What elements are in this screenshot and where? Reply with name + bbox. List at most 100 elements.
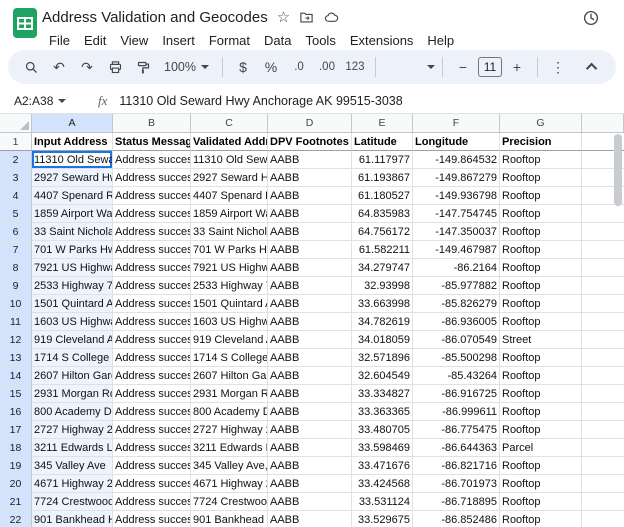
cell-E8[interactable]: 34.279747 <box>352 259 413 277</box>
cell-B10[interactable]: Address success <box>113 295 191 313</box>
cell-E5[interactable]: 64.835983 <box>352 205 413 223</box>
cell-G6[interactable]: Rooftop <box>500 223 582 241</box>
cell-F20[interactable]: -86.701973 <box>413 475 500 493</box>
cell-G22[interactable]: Rooftop <box>500 511 582 527</box>
cell-F8[interactable]: -86.2164 <box>413 259 500 277</box>
cell-G9[interactable]: Rooftop <box>500 277 582 295</box>
cell-A18[interactable]: 3211 Edwards La <box>32 439 113 457</box>
cell-F5[interactable]: -147.754745 <box>413 205 500 223</box>
cell-D18[interactable]: AABB <box>268 439 352 457</box>
cell-G12[interactable]: Street <box>500 331 582 349</box>
cell-E6[interactable]: 64.756172 <box>352 223 413 241</box>
cell-A9[interactable]: 2533 Highway 7 <box>32 277 113 295</box>
menu-item-extensions[interactable]: Extensions <box>343 32 421 49</box>
cell-A12[interactable]: 919 Cleveland Av <box>32 331 113 349</box>
cell-F14[interactable]: -85.43264 <box>413 367 500 385</box>
cell-E9[interactable]: 32.93998 <box>352 277 413 295</box>
cell-E20[interactable]: 33.424568 <box>352 475 413 493</box>
cell-A21[interactable]: 7724 Crestwood <box>32 493 113 511</box>
cell-E13[interactable]: 32.571896 <box>352 349 413 367</box>
column-header-G[interactable]: G <box>500 114 582 133</box>
font-size-input[interactable]: 11 <box>478 57 502 77</box>
row-header-11[interactable]: 11 <box>0 313 32 331</box>
star-icon[interactable]: ☆ <box>277 10 290 25</box>
menu-item-file[interactable]: File <box>42 32 77 49</box>
cell-E17[interactable]: 33.480705 <box>352 421 413 439</box>
cell-F21[interactable]: -86.718895 <box>413 493 500 511</box>
column-header-F[interactable]: F <box>413 114 500 133</box>
cell-F19[interactable]: -86.821716 <box>413 457 500 475</box>
cell-C12[interactable]: 919 Cleveland A <box>191 331 268 349</box>
cell-B21[interactable]: Address success <box>113 493 191 511</box>
cell-B4[interactable]: Address success <box>113 187 191 205</box>
redo-icon[interactable]: ↷ <box>74 54 100 80</box>
cell-D12[interactable]: AABB <box>268 331 352 349</box>
cell-D19[interactable]: AABB <box>268 457 352 475</box>
cell-A20[interactable]: 4671 Highway 28 <box>32 475 113 493</box>
cell-C14[interactable]: 2607 Hilton Gar <box>191 367 268 385</box>
collapse-toolbar-icon[interactable] <box>580 54 606 80</box>
cell-D14[interactable]: AABB <box>268 367 352 385</box>
paint-format-icon[interactable] <box>130 54 156 80</box>
row-header-6[interactable]: 6 <box>0 223 32 241</box>
decrease-font-size-button[interactable]: − <box>450 54 476 80</box>
cell-C20[interactable]: 4671 Highway 2 <box>191 475 268 493</box>
cell-G13[interactable]: Rooftop <box>500 349 582 367</box>
cell-A13[interactable]: 1714 S College S <box>32 349 113 367</box>
cell-D6[interactable]: AABB <box>268 223 352 241</box>
cell-G1[interactable]: Precision <box>500 133 582 151</box>
cell-D9[interactable]: AABB <box>268 277 352 295</box>
row-header-20[interactable]: 20 <box>0 475 32 493</box>
cell-A14[interactable]: 2607 Hilton Gard <box>32 367 113 385</box>
cell-G21[interactable]: Rooftop <box>500 493 582 511</box>
cell-F13[interactable]: -85.500298 <box>413 349 500 367</box>
cell-D5[interactable]: AABB <box>268 205 352 223</box>
cell-G10[interactable]: Rooftop <box>500 295 582 313</box>
cell-E22[interactable]: 33.529675 <box>352 511 413 527</box>
cell-A19[interactable]: 345 Valley Ave <box>32 457 113 475</box>
more-toolbar-button[interactable]: ⋮ <box>545 54 571 80</box>
row-header-12[interactable]: 12 <box>0 331 32 349</box>
cell-D11[interactable]: AABB <box>268 313 352 331</box>
cell-F10[interactable]: -85.826279 <box>413 295 500 313</box>
menu-item-format[interactable]: Format <box>202 32 257 49</box>
cell-E18[interactable]: 33.598469 <box>352 439 413 457</box>
cell-A8[interactable]: 7921 US Highway <box>32 259 113 277</box>
cell-C3[interactable]: 2927 Seward Hw <box>191 169 268 187</box>
column-header-D[interactable]: D <box>268 114 352 133</box>
cell-F6[interactable]: -147.350037 <box>413 223 500 241</box>
menu-item-help[interactable]: Help <box>420 32 461 49</box>
cell-B14[interactable]: Address success <box>113 367 191 385</box>
cell-G2[interactable]: Rooftop <box>500 151 582 169</box>
cell-A4[interactable]: 4407 Spenard Rd <box>32 187 113 205</box>
undo-icon[interactable]: ↶ <box>46 54 72 80</box>
row-header-13[interactable]: 13 <box>0 349 32 367</box>
number-format-button[interactable]: 123 <box>342 54 368 80</box>
cell-C6[interactable]: 33 Saint Nichola <box>191 223 268 241</box>
row-header-22[interactable]: 22 <box>0 511 32 527</box>
cell-A11[interactable]: 1603 US Highway <box>32 313 113 331</box>
cell-F15[interactable]: -86.916725 <box>413 385 500 403</box>
cell-F16[interactable]: -86.999611 <box>413 403 500 421</box>
row-header-2[interactable]: 2 <box>0 151 32 169</box>
cell-C5[interactable]: 1859 Airport Wa <box>191 205 268 223</box>
row-header-17[interactable]: 17 <box>0 421 32 439</box>
cell-G15[interactable]: Rooftop <box>500 385 582 403</box>
search-icon[interactable] <box>18 54 44 80</box>
cell-A22[interactable]: 901 Bankhead H <box>32 511 113 527</box>
cell-F3[interactable]: -149.867279 <box>413 169 500 187</box>
cell-A10[interactable]: 1501 Quintard Av <box>32 295 113 313</box>
cell-B17[interactable]: Address success <box>113 421 191 439</box>
cell-C11[interactable]: 1603 US Highwa <box>191 313 268 331</box>
cell-E16[interactable]: 33.363365 <box>352 403 413 421</box>
increase-font-size-button[interactable]: + <box>504 54 530 80</box>
select-all-corner[interactable] <box>0 114 32 133</box>
row-header-9[interactable]: 9 <box>0 277 32 295</box>
column-header-A[interactable]: A <box>32 114 113 133</box>
cell-C8[interactable]: 7921 US Highwa <box>191 259 268 277</box>
column-header-B[interactable]: B <box>113 114 191 133</box>
cell-C22[interactable]: 901 Bankhead H <box>191 511 268 527</box>
cell-D2[interactable]: AABB <box>268 151 352 169</box>
cell-G18[interactable]: Parcel <box>500 439 582 457</box>
menu-item-data[interactable]: Data <box>257 32 298 49</box>
